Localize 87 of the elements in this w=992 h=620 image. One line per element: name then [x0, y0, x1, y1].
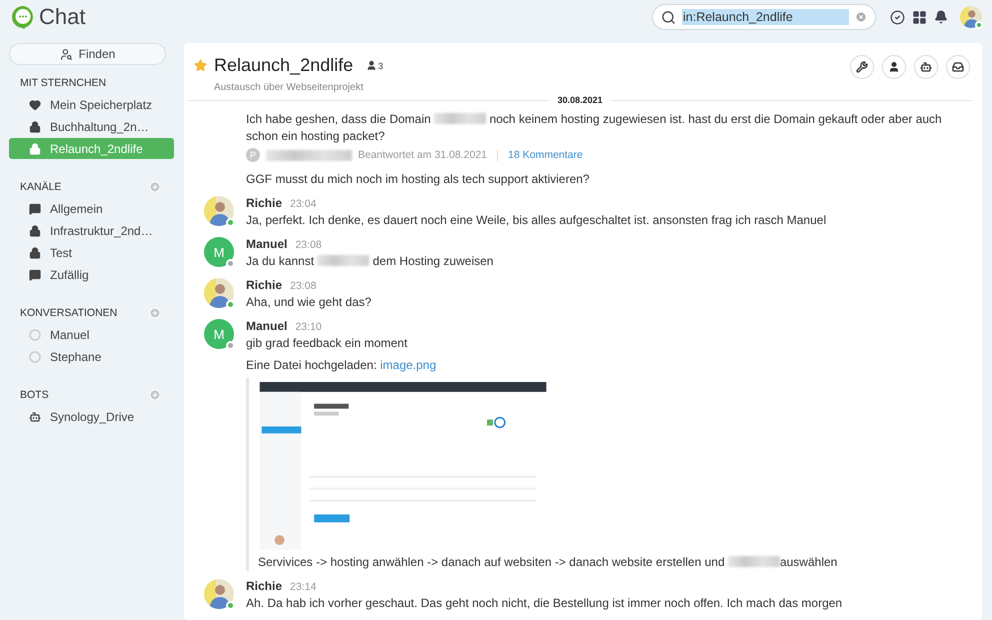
avatar-photo — [204, 278, 234, 308]
members-icon — [366, 60, 378, 71]
sidebar-item-label: Relaunch_2ndlife — [50, 142, 143, 156]
author-name: Richie — [246, 196, 282, 210]
sidebar-item[interactable]: Test — [9, 242, 174, 263]
author-name: Richie — [246, 278, 282, 292]
author-name: Manuel — [246, 319, 288, 333]
avatar-photo — [960, 6, 982, 28]
chat-icon — [29, 202, 41, 214]
author-name: Richie — [246, 579, 282, 593]
sidebar-item-label: Zufällig — [50, 268, 89, 282]
date-divider: 30.08.2021 — [557, 95, 603, 105]
message-time: 23:08 — [295, 239, 322, 251]
sidebar-item[interactable]: Synology_Drive — [9, 406, 174, 427]
sidebar-item-label: Mein Speicherplatz — [50, 98, 152, 112]
avatar-photo — [204, 579, 234, 609]
channel-title: Relaunch_2ndlife — [214, 55, 354, 76]
app-title: Chat — [39, 4, 86, 30]
bot-button[interactable] — [914, 55, 938, 79]
status-circle-icon — [29, 350, 41, 362]
lock-icon — [29, 120, 41, 132]
sidebar-item-label: Synology_Drive — [50, 410, 134, 424]
sidebar-item[interactable]: Stephane — [9, 346, 174, 367]
find-person-icon — [60, 48, 73, 60]
image-caption: Servivices -> hosting anwählen -> danach auf websiten -> danach website erstellen und auswählen — [258, 554, 838, 571]
sidebar-item[interactable]: Allgemein — [9, 198, 174, 219]
user-icon — [888, 61, 900, 73]
bot-icon — [920, 61, 932, 73]
sidebar-item[interactable]: Infrastruktur_2nd… — [9, 220, 174, 241]
chat-logo-icon — [10, 4, 36, 30]
sidebar-item-label: Buchhaltung_2n… — [50, 120, 149, 134]
wrench-button[interactable] — [850, 55, 874, 79]
message-text: Ja, perfekt. Ich denke, es dauert noch eine Weile, bis alles aufgeschaltet ist. ansonsten frag ich rasch Manuel — [246, 212, 828, 229]
chat-icon — [29, 268, 41, 280]
letter-avatar: M — [204, 319, 234, 349]
letter-avatar: M — [204, 237, 234, 267]
lock-icon — [29, 224, 41, 236]
sidebar-item-label: Stephane — [50, 350, 102, 364]
section-title: KONVERSATIONEN — [20, 307, 118, 319]
message-time: 23:14 — [290, 581, 316, 593]
section-title: BOTS — [20, 389, 49, 401]
message-text: gib grad feedback ein moment — [246, 335, 408, 352]
section-title: MIT STERNCHEN — [20, 77, 106, 89]
sidebar-item[interactable]: Zufällig — [9, 264, 174, 285]
author-name: Manuel — [246, 237, 288, 251]
sidebar-item[interactable]: Buchhaltung_2n… — [9, 116, 174, 137]
sidebar-item[interactable]: Manuel — [9, 324, 174, 345]
search-icon — [661, 10, 676, 24]
inbox-button[interactable] — [946, 55, 970, 79]
lock-icon — [29, 142, 41, 154]
bell-icon[interactable] — [934, 10, 948, 24]
message-text: Ich habe geshen, dass die Domain noch keinem hosting zugewiesen ist. hast du erst die Domain gekauft oder aber auch schon ein hosting packet? — [246, 111, 943, 145]
find-button[interactable]: Finden — [9, 43, 166, 65]
sidebar-item-label: Infrastruktur_2nd… — [50, 224, 153, 238]
answered-date: Beantwortet am 31.08.2021 — [358, 149, 488, 161]
inbox-icon — [952, 61, 964, 73]
sidebar-item[interactable]: Mein Speicherplatz — [9, 94, 174, 115]
blurred-text — [728, 556, 780, 567]
avatar-photo — [204, 196, 234, 226]
star-icon[interactable] — [194, 59, 207, 72]
heart-icon — [29, 98, 41, 110]
member-count: 3 — [378, 60, 384, 70]
sidebar-item-label: Manuel — [50, 328, 90, 342]
blurred-text — [317, 255, 370, 266]
sidebar-item-label: Test — [50, 246, 72, 260]
check-circle-icon[interactable] — [890, 10, 904, 24]
message-text: GGF musst du mich noch im hosting als tech support aktivieren? — [246, 171, 590, 188]
section-title: KANÄLE — [20, 181, 62, 193]
search-field[interactable]: in:Relaunch_2ndlife — [652, 4, 876, 30]
message-time: 23:04 — [290, 198, 316, 210]
user-button[interactable] — [882, 55, 906, 79]
grid-icon[interactable] — [912, 10, 926, 24]
message-text: Ah. Da hab ich vorher geschaut. Das geht noch nicht, die Bestellung ist immer noch offen. Ich mach das morgen — [246, 595, 844, 612]
message-time: 23:08 — [290, 280, 316, 292]
status-circle-icon — [29, 328, 41, 340]
bot-icon — [29, 410, 41, 422]
lock-icon — [29, 246, 41, 258]
wrench-icon — [856, 61, 868, 73]
message-text: Eine Datei hochgeladen: image.png — [246, 357, 438, 374]
message-text: Aha, und wie geht das? — [246, 294, 372, 311]
blurred-text — [434, 113, 486, 124]
comments-link[interactable]: 18 Kommentare — [508, 149, 583, 161]
channel-description: Austausch über Webseitenprojekt — [214, 82, 364, 93]
message-time: 23:10 — [295, 321, 322, 333]
message-text: Ja du kannst dem Hosting zuweisen — [246, 253, 494, 270]
file-link[interactable]: image.png — [380, 358, 436, 372]
sidebar-item-label: Allgemein — [50, 202, 103, 216]
